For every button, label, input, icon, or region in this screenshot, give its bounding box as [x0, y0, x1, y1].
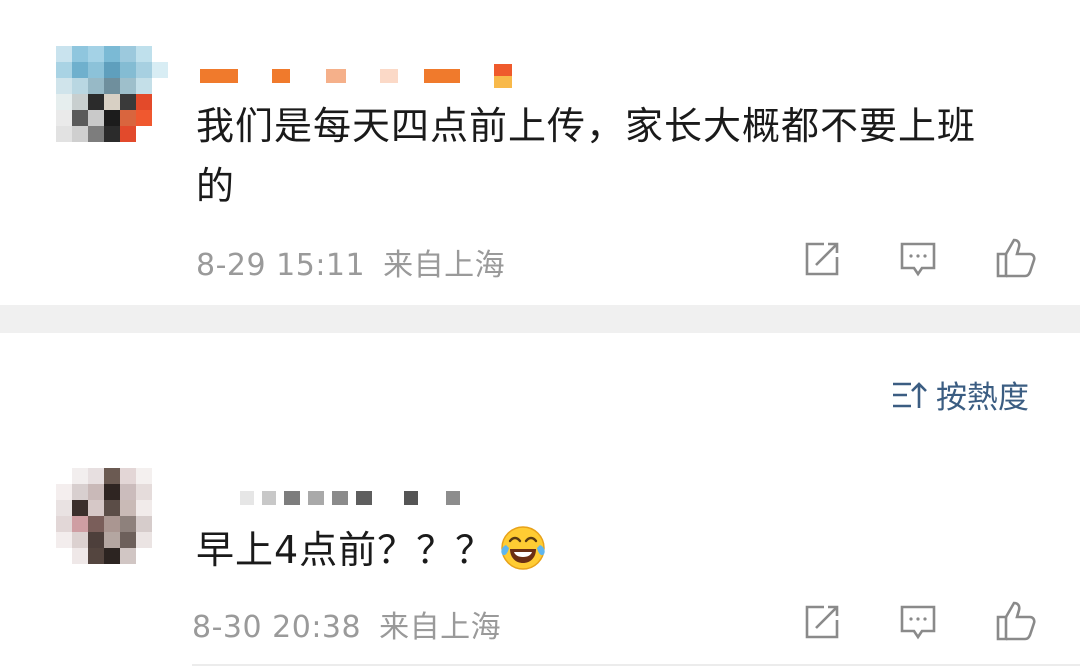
comment-text: 早上4点前？？？ — [196, 524, 546, 576]
sort-by-hot-button[interactable]: 按熱度 — [890, 372, 1029, 417]
comment-text: 我们是每天四点前上传，家长大概都不要上班 的 — [196, 100, 1056, 212]
share-icon[interactable] — [802, 602, 842, 642]
comment-time: 15:11 — [276, 248, 366, 283]
avatar[interactable] — [56, 468, 168, 580]
comment-item: 早上4点前？？？ 8-30 20:38 来自上海 — [0, 440, 1080, 671]
comment-date: 8-30 — [192, 610, 263, 645]
comment-location: 来自上海 — [383, 248, 506, 283]
comment-meta: 8-30 20:38 来自上海 — [192, 602, 501, 646]
comment-text-line: 早上4点前？？？ — [196, 528, 495, 572]
thumbs-up-icon[interactable] — [994, 599, 1038, 643]
thumbs-up-icon[interactable] — [994, 236, 1038, 280]
username[interactable] — [240, 486, 468, 510]
comment-meta: 8-29 15:11 来自上海 — [196, 240, 505, 284]
comment-text-line: 的 — [196, 164, 236, 208]
bottom-divider — [192, 664, 1080, 666]
laughing-tears-emoji-icon — [500, 525, 546, 571]
comment-icon[interactable] — [898, 239, 938, 279]
comment-location: 来自上海 — [379, 610, 502, 645]
sort-icon — [890, 378, 928, 412]
comment-icon[interactable] — [898, 602, 938, 642]
avatar[interactable] — [56, 46, 168, 158]
section-divider — [0, 305, 1080, 333]
comment-date: 8-29 — [196, 248, 267, 283]
comment-item: 我们是每天四点前上传，家长大概都不要上班 的 8-29 15:11 来自上海 — [0, 0, 1080, 305]
sort-label: 按熱度 — [936, 380, 1029, 416]
comment-text-line: 我们是每天四点前上传，家长大概都不要上班 — [196, 104, 977, 148]
comment-time: 20:38 — [272, 610, 362, 645]
username[interactable] — [200, 64, 520, 88]
share-icon[interactable] — [802, 239, 842, 279]
